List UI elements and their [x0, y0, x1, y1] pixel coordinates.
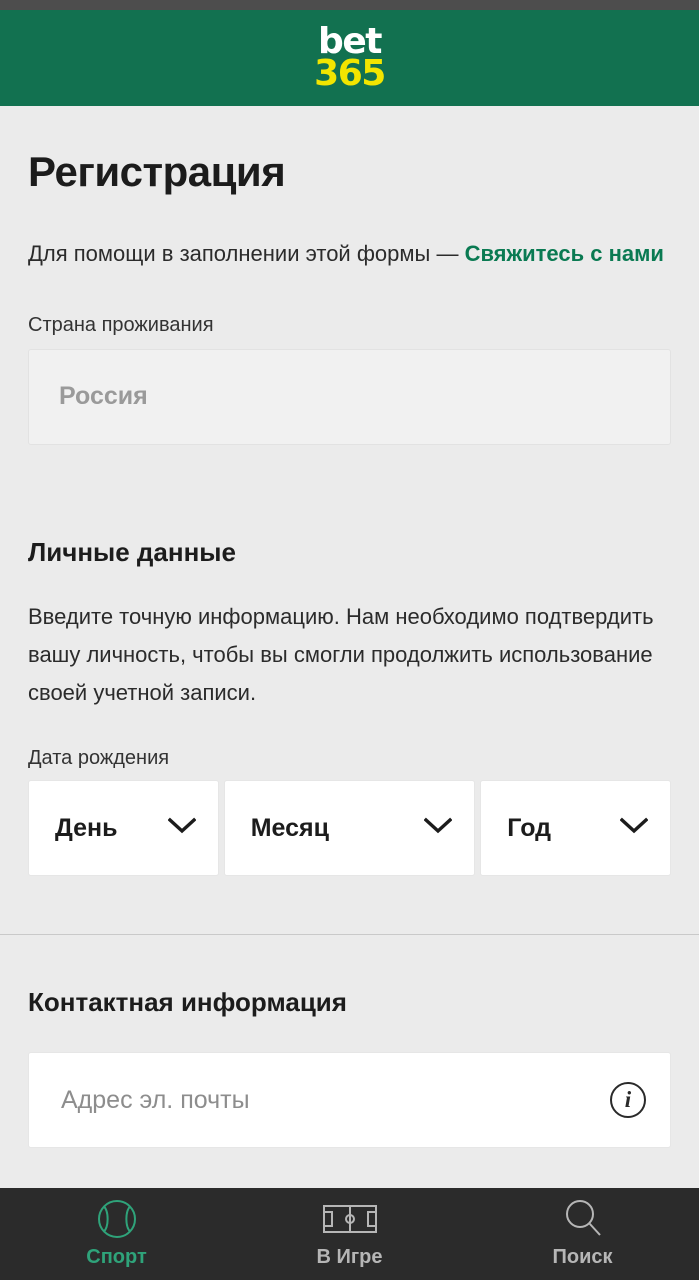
registration-form: Регистрация Для помощи в заполнении этой…: [0, 106, 699, 1188]
page-title: Регистрация: [28, 148, 286, 195]
help-text-prefix: Для помощи в заполнении этой формы —: [28, 241, 465, 266]
dob-year-value: Год: [507, 813, 552, 842]
chevron-down-icon: [619, 817, 649, 840]
contact-info-title: Контактная информация: [28, 987, 347, 1018]
help-text: Для помощи в заполнении этой формы — Свя…: [28, 238, 671, 270]
nav-item-sports[interactable]: Спорт: [0, 1188, 233, 1280]
email-input[interactable]: [61, 1085, 541, 1115]
brand-header: bet 365: [0, 10, 699, 106]
nav-label-sports: Спорт: [86, 1246, 147, 1268]
search-icon: [561, 1199, 605, 1239]
email-field[interactable]: i: [28, 1052, 671, 1149]
date-of-birth-row: День Месяц Год: [28, 780, 671, 877]
country-value: Россия: [59, 382, 148, 411]
nav-item-search[interactable]: Поиск: [466, 1188, 699, 1280]
status-bar-strip: [0, 0, 699, 10]
football-pitch-icon: [322, 1199, 378, 1239]
nav-item-inplay[interactable]: В Игре: [233, 1188, 466, 1280]
personal-data-description: Введите точную информацию. Нам необходим…: [28, 603, 654, 705]
nav-label-search: Поиск: [552, 1246, 613, 1268]
info-icon[interactable]: i: [610, 1082, 646, 1119]
country-label: Страна проживания: [28, 313, 214, 336]
nav-label-inplay: В Игре: [316, 1246, 383, 1268]
contact-us-link[interactable]: Свяжитесь с нами: [465, 241, 664, 266]
bottom-navigation: Спорт В Игре Поиск: [0, 1188, 699, 1280]
chevron-down-icon: [423, 817, 453, 840]
date-of-birth-label: Дата рождения: [28, 747, 170, 770]
logo-text-365: 365: [314, 53, 386, 94]
dob-month-select[interactable]: Месяц: [223, 780, 476, 877]
dob-day-value: День: [55, 813, 118, 842]
country-field[interactable]: Россия: [28, 348, 671, 445]
bet365-logo[interactable]: bet 365: [314, 24, 386, 94]
chevron-down-icon: [167, 817, 197, 840]
dob-year-select[interactable]: Год: [480, 780, 671, 877]
section-divider: [0, 934, 699, 936]
dob-month-value: Месяц: [250, 813, 329, 842]
sports-ball-icon: [95, 1199, 139, 1239]
personal-data-title: Личные данные: [28, 536, 236, 567]
dob-day-select[interactable]: День: [28, 780, 219, 877]
